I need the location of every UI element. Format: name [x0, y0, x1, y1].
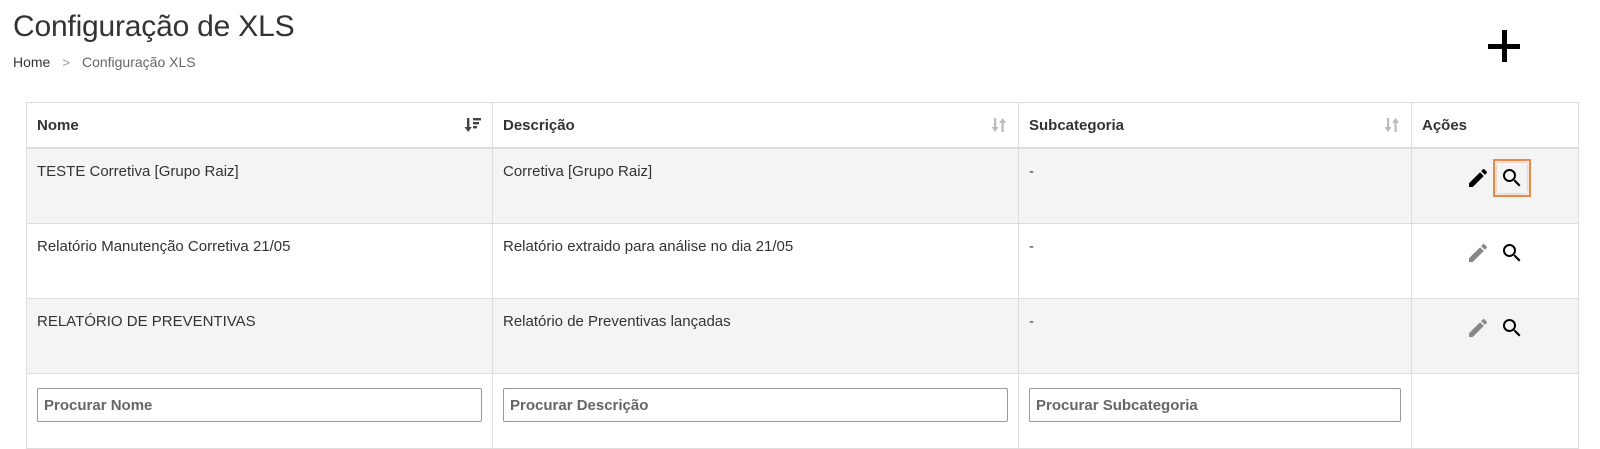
search-descricao-input[interactable]	[503, 388, 1008, 422]
search-icon	[1503, 169, 1521, 187]
view-button[interactable]	[1497, 238, 1527, 268]
cell-descricao: Corretiva [Grupo Raiz]	[492, 147, 1019, 224]
cell-descricao: Relatório extraido para análise no dia 2…	[492, 223, 1019, 299]
column-header-acoes: Ações	[1411, 102, 1579, 149]
search-subcategoria-input[interactable]	[1029, 388, 1401, 422]
filter-row	[26, 373, 1579, 449]
filter-cell-nome	[26, 373, 493, 449]
sort-unsorted-icon[interactable]	[990, 116, 1008, 134]
breadcrumb-current: Configuração XLS	[81, 54, 196, 70]
filter-cell-subcategoria	[1018, 373, 1412, 449]
breadcrumb-home-link[interactable]: Home	[13, 54, 50, 70]
search-icon	[1503, 319, 1521, 337]
xls-config-table: Nome Descrição Subcategoria Ações TESTE …	[26, 102, 1579, 449]
pencil-icon	[1468, 318, 1487, 337]
cell-subcategoria: -	[1018, 147, 1412, 224]
cell-nome: Relatório Manutenção Corretiva 21/05	[26, 223, 493, 299]
breadcrumb: Home > Configuração XLS	[13, 54, 196, 70]
cell-actions	[1411, 147, 1579, 224]
view-button[interactable]	[1493, 159, 1532, 197]
pencil-icon	[1468, 168, 1487, 187]
view-button[interactable]	[1497, 313, 1527, 343]
table-row: TESTE Corretiva [Grupo Raiz] Corretiva […	[26, 147, 1579, 224]
pencil-icon	[1468, 243, 1487, 262]
cell-actions	[1411, 298, 1579, 374]
sort-descending-icon[interactable]	[464, 116, 482, 134]
cell-nome: TESTE Corretiva [Grupo Raiz]	[26, 147, 493, 224]
table-header-row: Nome Descrição Subcategoria Ações	[26, 102, 1579, 149]
cell-actions	[1411, 223, 1579, 299]
filter-cell-empty	[1411, 373, 1579, 449]
cell-descricao: Relatório de Preventivas lançadas	[492, 298, 1019, 374]
page-title: Configuração de XLS	[13, 10, 295, 43]
search-nome-input[interactable]	[37, 388, 482, 422]
add-button[interactable]	[1486, 28, 1522, 64]
filter-cell-descricao	[492, 373, 1019, 449]
table-row: Relatório Manutenção Corretiva 21/05 Rel…	[26, 223, 1579, 299]
table-row: RELATÓRIO DE PREVENTIVAS Relatório de Pr…	[26, 298, 1579, 374]
cell-nome: RELATÓRIO DE PREVENTIVAS	[26, 298, 493, 374]
column-header-subcategoria[interactable]: Subcategoria	[1018, 102, 1412, 149]
cell-subcategoria: -	[1018, 223, 1412, 299]
search-icon	[1503, 244, 1521, 262]
column-header-nome[interactable]: Nome	[26, 102, 493, 149]
edit-button[interactable]	[1463, 238, 1493, 268]
edit-button[interactable]	[1463, 313, 1493, 343]
sort-unsorted-icon[interactable]	[1383, 116, 1401, 134]
column-header-descricao[interactable]: Descrição	[492, 102, 1019, 149]
breadcrumb-separator: >	[62, 54, 70, 70]
cell-subcategoria: -	[1018, 298, 1412, 374]
edit-button[interactable]	[1463, 163, 1493, 193]
